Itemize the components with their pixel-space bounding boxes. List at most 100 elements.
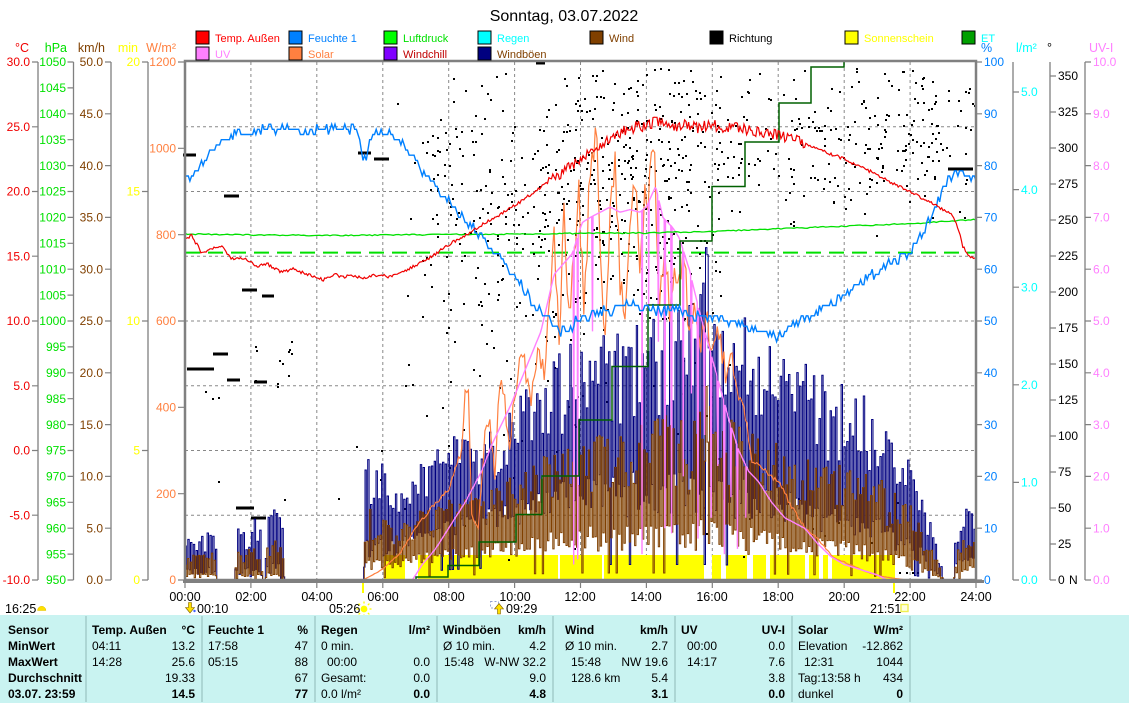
svg-text:128.6 km: 128.6 km <box>571 671 620 685</box>
svg-text:20.0: 20.0 <box>7 185 31 199</box>
svg-text:4.2: 4.2 <box>529 639 546 653</box>
svg-text:30.0: 30.0 <box>7 55 31 69</box>
svg-text:400: 400 <box>156 401 176 415</box>
svg-text:975: 975 <box>46 444 66 458</box>
svg-text:Ø 10 min.: Ø 10 min. <box>443 639 495 653</box>
svg-text:15:48: 15:48 <box>444 655 474 669</box>
svg-text:25: 25 <box>1058 537 1072 551</box>
svg-text:Feuchte 1: Feuchte 1 <box>308 33 357 45</box>
svg-text:Luftdruck: Luftdruck <box>403 33 449 45</box>
svg-text:Solar: Solar <box>798 623 828 637</box>
svg-text:17:58: 17:58 <box>208 639 238 653</box>
svg-text:05:15: 05:15 <box>208 655 238 669</box>
svg-text:0.0 l/m²: 0.0 l/m² <box>321 687 361 701</box>
svg-text:l/m²: l/m² <box>1016 41 1037 55</box>
svg-text:965: 965 <box>46 496 66 510</box>
svg-text:1.0: 1.0 <box>1021 476 1038 490</box>
svg-text:12:00: 12:00 <box>564 590 595 604</box>
svg-text:14:00: 14:00 <box>630 590 661 604</box>
svg-text:5.0: 5.0 <box>13 379 30 393</box>
svg-text:15:48: 15:48 <box>571 655 601 669</box>
svg-text:13.2: 13.2 <box>172 639 196 653</box>
svg-text:35.0: 35.0 <box>80 211 104 225</box>
svg-text:5: 5 <box>133 444 140 458</box>
svg-text:75: 75 <box>1058 465 1072 479</box>
svg-text:350: 350 <box>1058 69 1078 83</box>
svg-text:04:00: 04:00 <box>301 590 332 604</box>
svg-text:Richtung: Richtung <box>729 33 772 45</box>
svg-text:UV-I: UV-I <box>1089 41 1113 55</box>
svg-text:0: 0 <box>133 573 140 587</box>
svg-text:00:00: 00:00 <box>327 655 357 669</box>
svg-text:°C: °C <box>182 623 196 637</box>
svg-text:200: 200 <box>1058 285 1078 299</box>
svg-text:Wind: Wind <box>609 33 634 45</box>
svg-text:47: 47 <box>295 639 309 653</box>
svg-text:88: 88 <box>295 655 309 669</box>
svg-text:14:17: 14:17 <box>687 655 717 669</box>
svg-text:70: 70 <box>984 211 998 225</box>
svg-text:10: 10 <box>127 314 141 328</box>
svg-text:1.0: 1.0 <box>1093 521 1110 535</box>
svg-text:4.0: 4.0 <box>1021 183 1038 197</box>
svg-text:19.33: 19.33 <box>165 671 195 685</box>
svg-text:03.07. 23:59: 03.07. 23:59 <box>8 687 76 701</box>
svg-text:0.0: 0.0 <box>413 671 430 685</box>
svg-text:W-NW 32.2: W-NW 32.2 <box>484 655 546 669</box>
svg-text:hPa: hPa <box>45 41 67 55</box>
svg-text:25.6: 25.6 <box>172 655 196 669</box>
svg-text:1035: 1035 <box>39 133 66 147</box>
svg-text:3.1: 3.1 <box>651 687 668 701</box>
svg-text:0.0: 0.0 <box>413 687 430 701</box>
svg-text:W/m²: W/m² <box>146 41 176 55</box>
svg-text:-5.0: -5.0 <box>9 509 30 523</box>
svg-text:175: 175 <box>1058 321 1078 335</box>
svg-text:24:00: 24:00 <box>960 590 991 604</box>
svg-text:60: 60 <box>984 262 998 276</box>
svg-text:ET: ET <box>981 33 995 45</box>
svg-text:18:00: 18:00 <box>762 590 793 604</box>
svg-text:1005: 1005 <box>39 288 66 302</box>
svg-text:30: 30 <box>984 418 998 432</box>
svg-text:0.0: 0.0 <box>1021 573 1038 587</box>
svg-text:UV-I: UV-I <box>762 623 785 637</box>
svg-text:min: min <box>118 41 138 55</box>
svg-text:90: 90 <box>984 107 998 121</box>
svg-text:10.0: 10.0 <box>1093 55 1117 69</box>
svg-text:125: 125 <box>1058 393 1078 407</box>
svg-text:Sonnenschein: Sonnenschein <box>864 33 934 45</box>
svg-text:7.0: 7.0 <box>1093 211 1110 225</box>
svg-text:3.0: 3.0 <box>1093 418 1110 432</box>
svg-text:W/m²: W/m² <box>874 623 903 637</box>
svg-text:15.0: 15.0 <box>80 418 104 432</box>
svg-text:970: 970 <box>46 470 66 484</box>
svg-text:dunkel: dunkel <box>798 687 833 701</box>
svg-text:1000: 1000 <box>39 314 66 328</box>
svg-text:2.7: 2.7 <box>651 639 668 653</box>
svg-text:1010: 1010 <box>39 262 66 276</box>
svg-text:0: 0 <box>1058 573 1065 587</box>
svg-text:5.4: 5.4 <box>651 671 668 685</box>
svg-text:25.0: 25.0 <box>80 314 104 328</box>
svg-text:Sensor: Sensor <box>8 623 49 637</box>
svg-text:Ø 10 min.: Ø 10 min. <box>565 639 617 653</box>
svg-text:21:51: 21:51 <box>870 602 901 616</box>
svg-text:0.0: 0.0 <box>1093 573 1110 587</box>
svg-text:995: 995 <box>46 340 66 354</box>
svg-text:NW 19.6: NW 19.6 <box>621 655 668 669</box>
svg-text:3.8: 3.8 <box>768 671 785 685</box>
svg-text:Solar: Solar <box>308 49 334 61</box>
svg-text:20:00: 20:00 <box>828 590 859 604</box>
svg-text:955: 955 <box>46 547 66 561</box>
svg-text:1040: 1040 <box>39 107 66 121</box>
svg-text:Wind: Wind <box>565 623 594 637</box>
svg-text:Gesamt:: Gesamt: <box>321 671 366 685</box>
svg-text:0: 0 <box>896 687 903 701</box>
svg-text:20.0: 20.0 <box>80 366 104 380</box>
svg-text:UV: UV <box>215 49 231 61</box>
svg-text:100: 100 <box>984 55 1004 69</box>
svg-text:10.0: 10.0 <box>80 470 104 484</box>
svg-text:00:00: 00:00 <box>687 639 717 653</box>
svg-text:MaxWert: MaxWert <box>8 655 58 669</box>
svg-text:4.8: 4.8 <box>529 687 546 701</box>
